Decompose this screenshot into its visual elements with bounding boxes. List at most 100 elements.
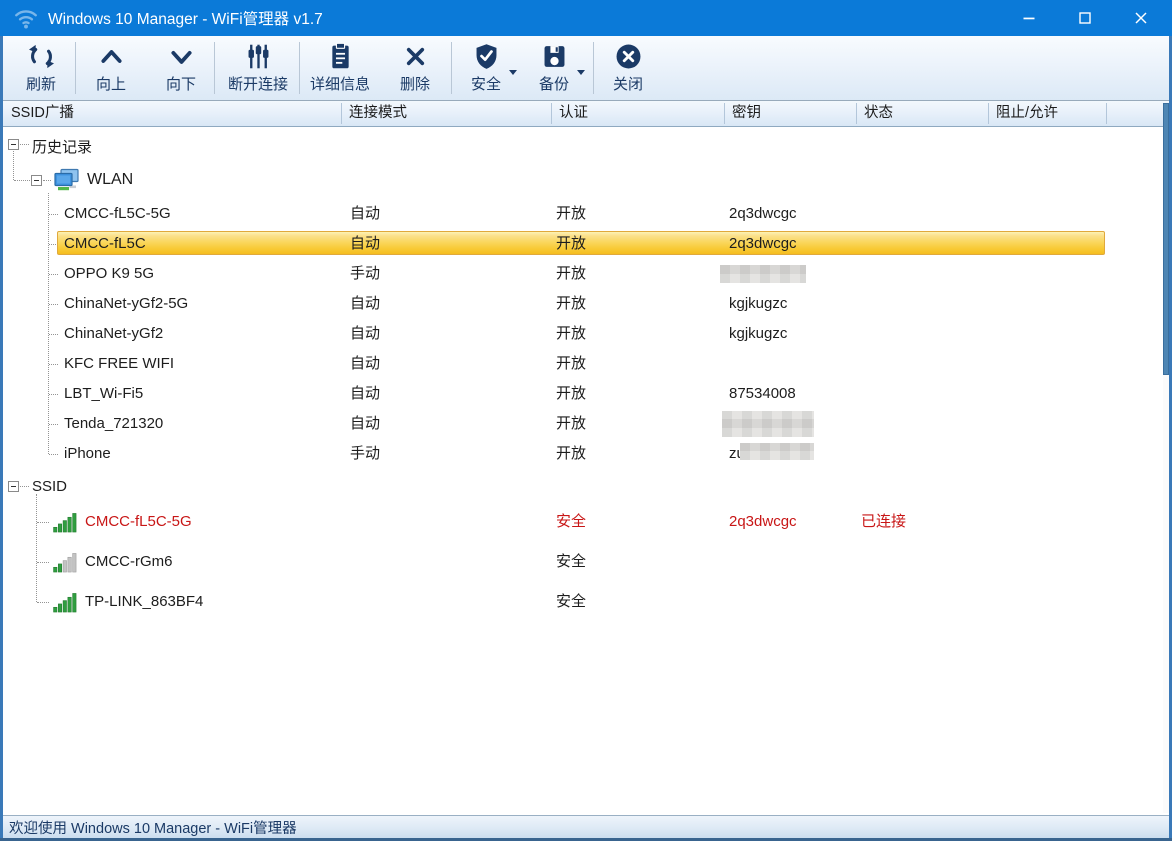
table-row[interactable]: TP-LINK_863BF4 安全 bbox=[0, 582, 1160, 622]
chevron-up-icon bbox=[97, 40, 126, 72]
toolbar-separator bbox=[451, 42, 452, 94]
maximize-icon bbox=[1079, 12, 1091, 24]
move-down-button[interactable]: 向下 bbox=[151, 40, 211, 96]
close-circle-icon bbox=[614, 40, 643, 72]
column-divider[interactable] bbox=[551, 103, 552, 124]
column-header-key[interactable]: 密钥 bbox=[732, 101, 761, 126]
tree-node-history[interactable]: 历史记录 bbox=[32, 136, 92, 157]
mode-cell: 手动 bbox=[350, 265, 381, 282]
table-row-connected[interactable]: CMCC-fL5C-5G 安全 2q3dwcgc 已连接 bbox=[0, 502, 1160, 542]
close-button[interactable] bbox=[1113, 0, 1169, 36]
auth-cell: 开放 bbox=[556, 355, 587, 372]
expand-box-wlan[interactable] bbox=[31, 175, 42, 186]
table-row[interactable]: KFC FREE WIFI 自动 开放 bbox=[0, 349, 1160, 379]
tree-line bbox=[49, 394, 58, 395]
security-button[interactable]: 安全 bbox=[455, 40, 517, 96]
auth-cell: 安全 bbox=[556, 553, 587, 570]
tree-node-ssid[interactable]: SSID bbox=[32, 478, 67, 495]
toolbar-label: 详细信息 bbox=[309, 76, 370, 93]
table-row-selected[interactable]: CMCC-fL5C 自动 开放 2q3dwcgc bbox=[0, 229, 1160, 259]
column-divider[interactable] bbox=[724, 103, 725, 124]
expand-box-ssid[interactable] bbox=[8, 481, 19, 492]
toolbar-separator bbox=[593, 42, 594, 94]
refresh-button[interactable]: 刷新 bbox=[10, 40, 72, 96]
table-row[interactable]: CMCC-rGm6 安全 bbox=[0, 542, 1160, 582]
ssid-cell: TP-LINK_863BF4 bbox=[85, 593, 204, 610]
ssid-cell: CMCC-rGm6 bbox=[85, 553, 173, 570]
toolbar-label: 关闭 bbox=[612, 76, 643, 93]
ssid-cell: ChinaNet-yGf2-5G bbox=[64, 295, 189, 312]
table-row[interactable]: ChinaNet-yGf2-5G 自动 开放 kgjkugzc bbox=[0, 289, 1160, 319]
mode-cell: 自动 bbox=[350, 235, 381, 252]
refresh-icon bbox=[27, 40, 56, 72]
auth-cell: 开放 bbox=[556, 265, 587, 282]
column-header-mode[interactable]: 连接模式 bbox=[349, 101, 407, 126]
disconnect-button[interactable]: 断开连接 bbox=[218, 40, 298, 96]
window-border bbox=[0, 36, 3, 841]
column-header-row: SSID广播 连接模式 认证 密钥 状态 阻止/允许 bbox=[3, 101, 1169, 127]
auth-cell: 开放 bbox=[556, 445, 587, 462]
window-title: Windows 10 Manager - WiFi管理器 v1.7 bbox=[48, 11, 323, 28]
delete-button[interactable]: 删除 bbox=[384, 40, 446, 96]
mode-cell: 手动 bbox=[350, 445, 381, 462]
window-controls bbox=[1001, 0, 1169, 36]
tree-line bbox=[14, 180, 30, 181]
dropdown-arrow-icon[interactable] bbox=[509, 70, 517, 75]
mode-cell: 自动 bbox=[350, 415, 381, 432]
close-app-button[interactable]: 关闭 bbox=[597, 40, 659, 96]
table-row[interactable]: OPPO K9 5G 手动 开放 bbox=[0, 259, 1160, 289]
toolbar-label: 断开连接 bbox=[227, 76, 288, 93]
toolbar-separator bbox=[299, 42, 300, 94]
backup-button[interactable]: 备份 bbox=[523, 40, 585, 96]
tree-line bbox=[49, 454, 58, 455]
minimize-icon bbox=[1023, 17, 1035, 20]
key-cell: 2q3dwcgc bbox=[729, 513, 797, 530]
ssid-cell: CMCC-fL5C-5G bbox=[85, 513, 192, 530]
table-row[interactable]: iPhone 手动 开放 zu bbox=[0, 439, 1160, 469]
floppy-icon bbox=[540, 40, 569, 72]
column-header-auth[interactable]: 认证 bbox=[559, 101, 588, 126]
column-divider[interactable] bbox=[341, 103, 342, 124]
ssid-cell: LBT_Wi-Fi5 bbox=[64, 385, 144, 402]
sliders-icon bbox=[244, 40, 273, 72]
table-row[interactable]: ChinaNet-yGf2 自动 开放 kgjkugzc bbox=[0, 319, 1160, 349]
column-divider[interactable] bbox=[1106, 103, 1107, 124]
clipboard-icon bbox=[326, 40, 355, 72]
table-row[interactable]: Tenda_721320 自动 开放 bbox=[0, 409, 1160, 439]
tree-line bbox=[49, 214, 58, 215]
tree-line bbox=[37, 602, 49, 603]
column-header-block[interactable]: 阻止/允许 bbox=[996, 101, 1058, 126]
network-adapter-icon bbox=[52, 167, 80, 197]
signal-strength-icon bbox=[52, 592, 78, 618]
auth-cell: 开放 bbox=[556, 385, 587, 402]
app-window: Windows 10 Manager - WiFi管理器 v1.7 刷新 向上 … bbox=[0, 0, 1172, 841]
tree-line bbox=[49, 274, 58, 275]
tree-line bbox=[49, 334, 58, 335]
auth-cell: 开放 bbox=[556, 235, 587, 252]
tree-node-wlan[interactable]: WLAN bbox=[87, 171, 133, 189]
key-cell: kgjkugzc bbox=[729, 325, 788, 342]
auth-cell: 开放 bbox=[556, 325, 587, 342]
details-button[interactable]: 详细信息 bbox=[302, 40, 378, 96]
auth-cell: 安全 bbox=[556, 513, 587, 530]
redacted-key bbox=[740, 443, 814, 460]
auth-cell: 开放 bbox=[556, 205, 587, 222]
toolbar-separator bbox=[75, 42, 76, 94]
table-row[interactable]: LBT_Wi-Fi5 自动 开放 87534008 bbox=[0, 379, 1160, 409]
maximize-button[interactable] bbox=[1057, 0, 1113, 36]
signal-strength-icon bbox=[52, 512, 78, 538]
column-divider[interactable] bbox=[856, 103, 857, 124]
minimize-button[interactable] bbox=[1001, 0, 1057, 36]
column-divider[interactable] bbox=[988, 103, 989, 124]
toolbar: 刷新 向上 向下 断开连接 详细信息 删除 安全 备份 关闭 bbox=[3, 36, 1169, 101]
tree-line bbox=[49, 304, 58, 305]
column-header-ssid[interactable]: SSID广播 bbox=[11, 101, 74, 126]
move-up-button[interactable]: 向上 bbox=[81, 40, 141, 96]
column-header-status[interactable]: 状态 bbox=[864, 101, 893, 126]
dropdown-arrow-icon[interactable] bbox=[577, 70, 585, 75]
key-cell: kgjkugzc bbox=[729, 295, 788, 312]
table-row[interactable]: CMCC-fL5C-5G 自动 开放 2q3dwcgc bbox=[0, 199, 1160, 229]
toolbar-label: 刷新 bbox=[25, 76, 56, 93]
expand-box-history[interactable] bbox=[8, 139, 19, 150]
status-text: 欢迎使用 Windows 10 Manager - WiFi管理器 bbox=[9, 821, 297, 837]
